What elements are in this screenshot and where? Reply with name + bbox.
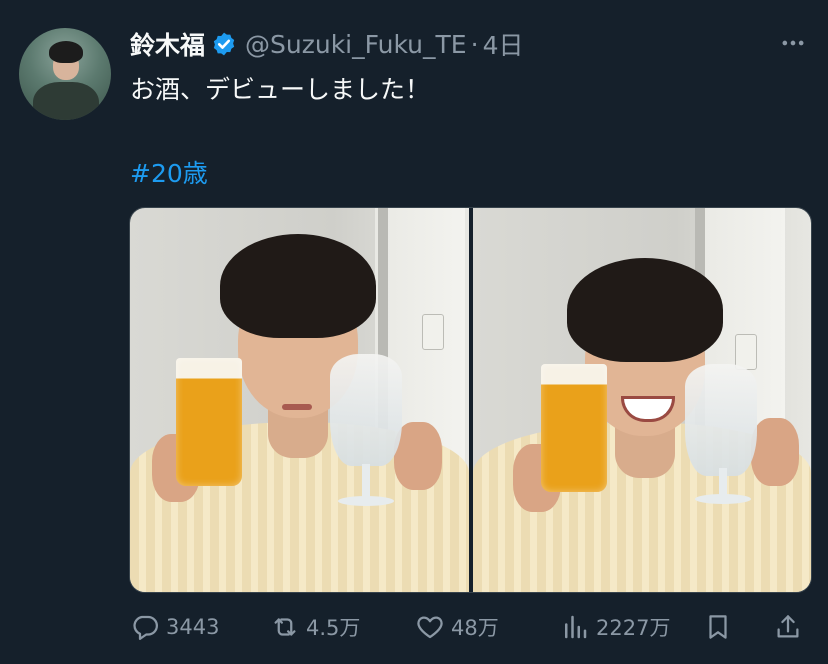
reply-button[interactable]: 3443 <box>130 610 219 644</box>
glass-base <box>338 496 394 506</box>
heart-icon <box>417 616 443 639</box>
retweet-icon <box>274 618 296 636</box>
avatar-body <box>33 82 99 120</box>
highball-glass <box>330 354 402 466</box>
retweet-button[interactable]: 4.5万 <box>270 610 360 644</box>
reply-count: 3443 <box>166 615 220 639</box>
action-bar: 3443 4.5万 48万 2227万 <box>130 610 810 644</box>
avatar[interactable] <box>19 28 111 120</box>
hair <box>566 258 723 362</box>
tweet-header: 鈴木福 @Suzuki_Fuku_TE · 4日 <box>130 26 523 62</box>
tweet-media <box>129 207 812 593</box>
beer-glass <box>176 358 242 486</box>
reply-icon <box>133 615 158 640</box>
highball-glass <box>684 364 757 476</box>
share-icon <box>777 615 799 638</box>
hair <box>220 234 376 338</box>
mouth <box>282 404 312 410</box>
glass-stem <box>362 464 370 498</box>
photo-2[interactable] <box>472 208 811 592</box>
like-count: 48万 <box>451 616 499 640</box>
glass-base <box>694 494 751 504</box>
author-name[interactable]: 鈴木福 <box>130 26 205 62</box>
views-icon <box>565 615 587 639</box>
views-count: 2227万 <box>596 616 671 640</box>
light-switch <box>422 314 444 350</box>
views-button[interactable]: 2227万 <box>560 610 670 644</box>
more-icon[interactable] <box>776 28 810 58</box>
photo-1[interactable] <box>130 208 469 592</box>
right-hand <box>750 418 799 486</box>
tweet-time[interactable]: 4日 <box>483 26 524 62</box>
author-handle[interactable]: @Suzuki_Fuku_TE <box>245 30 467 59</box>
verified-badge-icon <box>211 31 237 57</box>
share-button[interactable] <box>773 610 803 644</box>
avatar-hair <box>49 41 83 63</box>
beer-glass <box>540 364 607 492</box>
bookmark-button[interactable] <box>703 610 733 644</box>
like-button[interactable]: 48万 <box>415 610 499 644</box>
separator-dot: · <box>470 29 479 59</box>
bookmark-icon <box>709 615 727 639</box>
tweet-text: お酒、デビューしました！ <box>130 75 431 104</box>
hashtag-link[interactable]: #20歳 <box>130 154 208 190</box>
retweet-count: 4.5万 <box>306 616 361 640</box>
